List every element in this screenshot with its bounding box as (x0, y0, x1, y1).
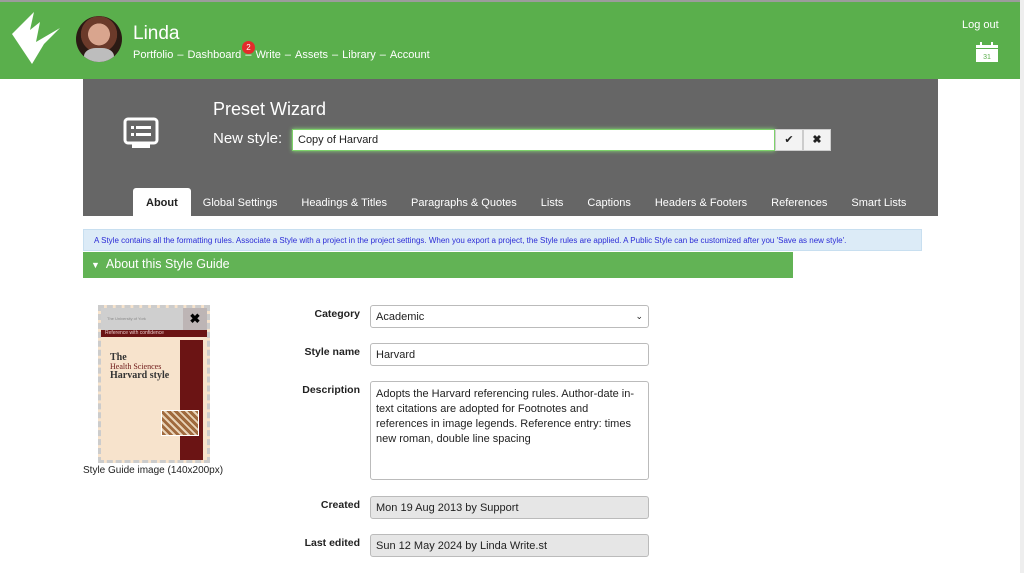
logout-link[interactable]: Log out (962, 19, 999, 31)
last-edited-field: Sun 12 May 2024 by Linda Write.st (370, 534, 649, 557)
calendar-icon[interactable]: 31 (976, 42, 998, 67)
style-name-input[interactable]: Harvard (370, 343, 649, 366)
cover-title-line: Harvard style (110, 370, 170, 381)
description-textarea[interactable]: Adopts the Harvard referencing rules. Au… (370, 381, 649, 480)
scrollbar[interactable] (1020, 0, 1024, 573)
chevron-down-icon: ⌄ (635, 311, 643, 321)
cancel-button[interactable]: ✖ (803, 129, 831, 151)
info-message: A Style contains all the formatting rule… (83, 229, 922, 251)
nav-portfolio[interactable]: Portfolio (133, 49, 173, 61)
caret-down-icon: ▼ (91, 260, 100, 270)
user-name: Linda (133, 23, 180, 44)
category-label: Category (314, 308, 360, 320)
cover-tagline: Reference with confidence (101, 330, 207, 337)
close-icon: ✖ (812, 134, 822, 146)
tab-bar: About Global Settings Headings & Titles … (133, 188, 918, 216)
image-caption: Style Guide image (140x200px) (83, 465, 224, 476)
confirm-button[interactable]: ✔ (775, 129, 803, 151)
nav-separator: – (332, 49, 339, 61)
nav-separator: – (379, 49, 386, 61)
tab-paragraphs-quotes[interactable]: Paragraphs & Quotes (399, 188, 529, 216)
tab-smart-lists[interactable]: Smart Lists (839, 188, 918, 216)
cover-title: The Health Sciences Harvard style (110, 353, 169, 381)
tab-captions[interactable]: Captions (575, 188, 642, 216)
tab-headings-titles[interactable]: Headings & Titles (289, 188, 399, 216)
calendar-day: 31 (983, 54, 991, 61)
style-guide-image[interactable]: The University of York ✖ Reference with … (98, 305, 210, 463)
nav-write[interactable]: Write (255, 49, 280, 61)
remove-image-icon[interactable]: ✖ (183, 308, 207, 330)
list-monitor-icon (123, 117, 159, 148)
created-field: Mon 19 Aug 2013 by Support (370, 496, 649, 519)
wizard-panel: Preset Wizard New style: Copy of Harvard… (83, 79, 938, 216)
new-style-label: New style: (213, 130, 283, 147)
nav-separator: – (177, 49, 184, 61)
section-header[interactable]: ▼ About this Style Guide (83, 252, 793, 278)
nav-separator: – (284, 49, 292, 61)
notification-badge: 2 (242, 41, 255, 54)
category-select[interactable]: Academic ⌄ (370, 305, 649, 328)
tab-about[interactable]: About (133, 188, 191, 216)
nav-account[interactable]: Account (390, 49, 430, 61)
tab-global-settings[interactable]: Global Settings (191, 188, 290, 216)
nav-assets[interactable]: Assets (295, 49, 328, 61)
page-title: Preset Wizard (213, 99, 327, 119)
tab-lists[interactable]: Lists (529, 188, 576, 216)
logo-icon[interactable] (10, 10, 62, 66)
section-title: About this Style Guide (105, 257, 230, 271)
category-value: Academic (376, 311, 425, 323)
style-name-label: Style name (304, 346, 360, 358)
description-label: Description (302, 384, 360, 396)
tab-references[interactable]: References (759, 188, 839, 216)
nav-dashboard[interactable]: Dashboard (187, 49, 241, 61)
check-icon: ✔ (784, 134, 794, 146)
cover-stripe (180, 340, 203, 460)
last-edited-label: Last edited (304, 537, 360, 549)
avatar[interactable] (76, 16, 122, 62)
tab-headers-footers[interactable]: Headers & Footers (643, 188, 759, 216)
new-style-input[interactable]: Copy of Harvard (292, 129, 775, 151)
created-label: Created (320, 499, 360, 511)
nav-library[interactable]: Library (342, 49, 376, 61)
cover-photo (161, 410, 199, 436)
main-nav: Portfolio – Dashboard – Write – Assets – Lib… (133, 49, 430, 61)
top-header: Linda Portfolio – Dashboard – Write – Asset… (0, 0, 1020, 79)
